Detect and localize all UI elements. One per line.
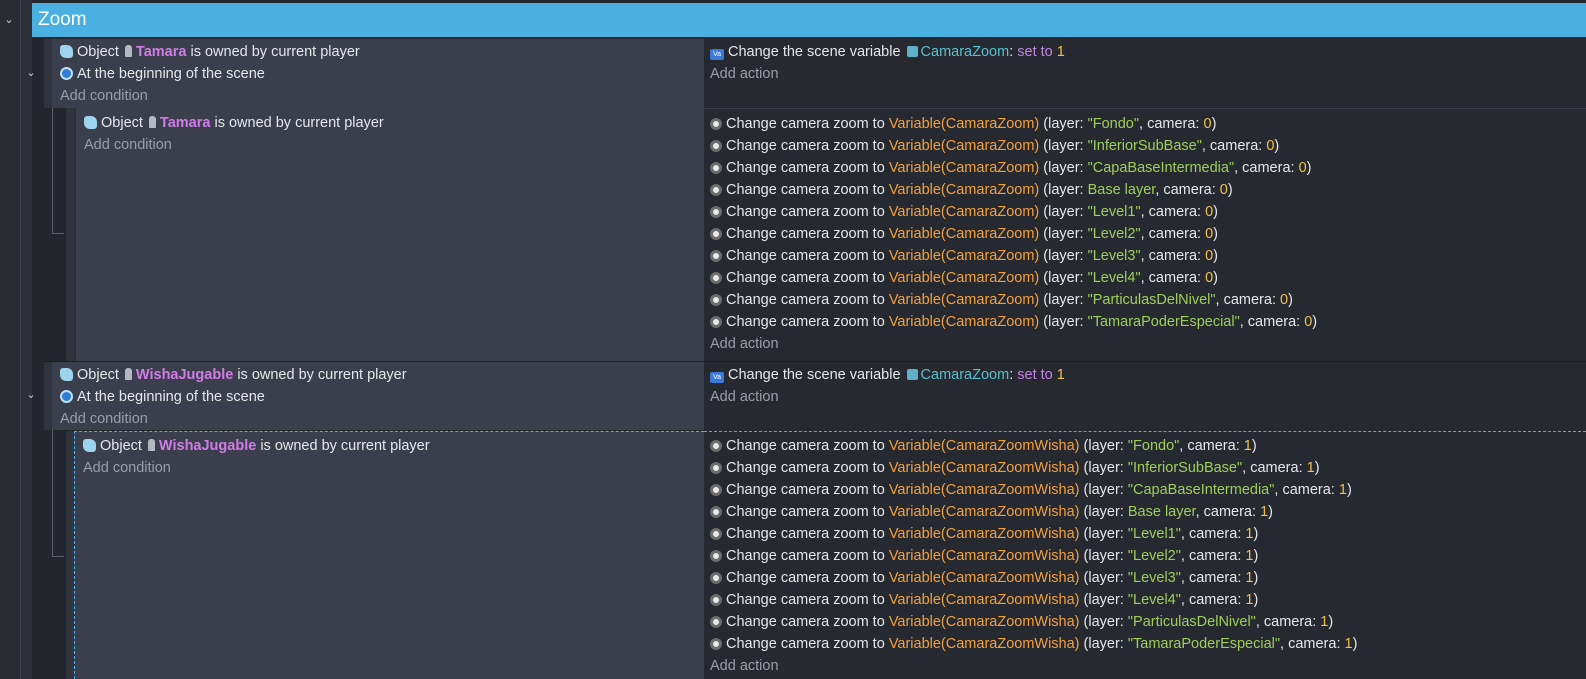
- camera-icon: [710, 594, 722, 606]
- subevent-2-actions[interactable]: Change camera zoom to Variable(CamaraZoo…: [704, 431, 1586, 679]
- event-2-edge: [44, 362, 52, 430]
- add-action-link[interactable]: Add action: [710, 333, 1586, 355]
- multiplayer-icon: [60, 368, 73, 381]
- condition-beginning-of-scene[interactable]: At the beginning of the scene: [60, 386, 704, 408]
- scene-variable-icon: [906, 369, 918, 380]
- variable-icon: Va: [710, 49, 724, 60]
- condition-beginning-of-scene[interactable]: At the beginning of the scene: [60, 63, 704, 85]
- subevent-1-edge: [66, 108, 74, 361]
- action-change-scene-variable[interactable]: Va Change the scene variable CamaraZoom: …: [710, 41, 1586, 63]
- camera-icon: [710, 638, 722, 650]
- camera-icon: [710, 206, 722, 218]
- group-tree-line: [20, 0, 32, 679]
- event-1-actions[interactable]: Va Change the scene variable CamaraZoom: …: [704, 39, 1586, 108]
- event-1-collapse-arrow[interactable]: ⌄: [24, 66, 38, 80]
- action-change-zoom[interactable]: Change camera zoom to Variable(CamaraZoo…: [710, 223, 1586, 245]
- camera-icon: [710, 316, 722, 328]
- action-change-zoom[interactable]: Change camera zoom to Variable(CamaraZoo…: [710, 245, 1586, 267]
- camera-icon: [710, 616, 722, 628]
- subevent-2-edge: [66, 431, 74, 679]
- condition-owned-by-player[interactable]: Object Tamara is owned by current player: [84, 112, 704, 134]
- variable-icon: Va: [710, 372, 724, 383]
- camera-icon: [710, 272, 722, 284]
- multiplayer-icon: [83, 439, 96, 452]
- camera-icon: [710, 162, 722, 174]
- camera-icon: [710, 572, 722, 584]
- camera-icon: [710, 462, 722, 474]
- camera-icon: [710, 440, 722, 452]
- add-condition-link[interactable]: Add condition: [84, 134, 704, 156]
- camera-icon: [710, 184, 722, 196]
- action-change-zoom[interactable]: Change camera zoom to Variable(CamaraZoo…: [710, 567, 1586, 589]
- action-change-zoom[interactable]: Change camera zoom to Variable(CamaraZoo…: [710, 501, 1586, 523]
- camera-icon: [710, 294, 722, 306]
- camera-icon: [710, 506, 722, 518]
- object-sprite-icon: [148, 116, 156, 128]
- subevent-2-conditions[interactable]: Object WishaJugable is owned by current p…: [74, 431, 704, 679]
- event-2-conditions[interactable]: Object WishaJugable is owned by current p…: [52, 362, 704, 430]
- camera-icon: [710, 528, 722, 540]
- multiplayer-icon: [60, 45, 73, 58]
- camera-icon: [710, 550, 722, 562]
- multiplayer-icon: [84, 116, 97, 129]
- subevent-1-actions[interactable]: Change camera zoom to Variable(CamaraZoo…: [704, 108, 1586, 361]
- camera-icon: [710, 118, 722, 130]
- object-sprite-icon: [124, 45, 132, 57]
- add-action-link[interactable]: Add action: [710, 386, 1586, 408]
- action-change-zoom[interactable]: Change camera zoom to Variable(CamaraZoo…: [710, 523, 1586, 545]
- scene-variable-icon: [906, 46, 918, 57]
- action-change-zoom[interactable]: Change camera zoom to Variable(CamaraZoo…: [710, 479, 1586, 501]
- action-change-zoom[interactable]: Change camera zoom to Variable(CamaraZoo…: [710, 545, 1586, 567]
- action-change-zoom[interactable]: Change camera zoom to Variable(CamaraZoo…: [710, 633, 1586, 655]
- add-condition-link[interactable]: Add condition: [60, 408, 704, 430]
- action-change-zoom[interactable]: Change camera zoom to Variable(CamaraZoo…: [710, 311, 1586, 333]
- camera-icon: [710, 484, 722, 496]
- action-change-zoom[interactable]: Change camera zoom to Variable(CamaraZoo…: [710, 435, 1586, 457]
- camera-icon: [710, 250, 722, 262]
- event-1-tree-line: [52, 108, 53, 234]
- object-sprite-icon: [124, 368, 132, 380]
- action-change-zoom[interactable]: Change camera zoom to Variable(CamaraZoo…: [710, 611, 1586, 633]
- action-change-zoom[interactable]: Change camera zoom to Variable(CamaraZoo…: [710, 267, 1586, 289]
- event-2-actions[interactable]: Va Change the scene variable CamaraZoom: …: [704, 362, 1586, 430]
- group-collapse-arrow[interactable]: ⌄: [2, 13, 16, 27]
- action-change-zoom[interactable]: Change camera zoom to Variable(CamaraZoo…: [710, 457, 1586, 479]
- add-action-link[interactable]: Add action: [710, 655, 1586, 677]
- add-condition-link[interactable]: Add condition: [60, 85, 704, 107]
- group-header[interactable]: Zoom: [32, 3, 1586, 37]
- event-1-edge: [44, 39, 52, 108]
- event-2-tree-tick: [52, 556, 64, 557]
- condition-owned-by-player[interactable]: Object Tamara is owned by current player: [60, 41, 704, 63]
- action-change-zoom[interactable]: Change camera zoom to Variable(CamaraZoo…: [710, 179, 1586, 201]
- condition-owned-by-player[interactable]: Object WishaJugable is owned by current p…: [60, 364, 704, 386]
- event-1-conditions[interactable]: Object Tamara is owned by current player …: [52, 39, 704, 108]
- add-action-link[interactable]: Add action: [710, 63, 1586, 85]
- action-change-zoom[interactable]: Change camera zoom to Variable(CamaraZoo…: [710, 289, 1586, 311]
- action-change-scene-variable[interactable]: Va Change the scene variable CamaraZoom: …: [710, 364, 1586, 386]
- gutter: [0, 0, 20, 679]
- action-change-zoom[interactable]: Change camera zoom to Variable(CamaraZoo…: [710, 113, 1586, 135]
- subevent-1-conditions[interactable]: Object Tamara is owned by current player …: [74, 108, 704, 361]
- action-change-zoom[interactable]: Change camera zoom to Variable(CamaraZoo…: [710, 589, 1586, 611]
- event-2-tree-line: [52, 430, 53, 557]
- action-change-zoom[interactable]: Change camera zoom to Variable(CamaraZoo…: [710, 201, 1586, 223]
- camera-icon: [710, 140, 722, 152]
- action-change-zoom[interactable]: Change camera zoom to Variable(CamaraZoo…: [710, 135, 1586, 157]
- object-sprite-icon: [147, 439, 155, 451]
- camera-icon: [710, 228, 722, 240]
- event-2-collapse-arrow[interactable]: ⌄: [24, 388, 38, 402]
- scene-icon: [60, 67, 73, 80]
- event-1-tree-tick: [52, 233, 64, 234]
- scene-icon: [60, 390, 73, 403]
- add-condition-link[interactable]: Add condition: [83, 457, 704, 479]
- action-change-zoom[interactable]: Change camera zoom to Variable(CamaraZoo…: [710, 157, 1586, 179]
- condition-owned-by-player[interactable]: Object WishaJugable is owned by current p…: [83, 435, 704, 457]
